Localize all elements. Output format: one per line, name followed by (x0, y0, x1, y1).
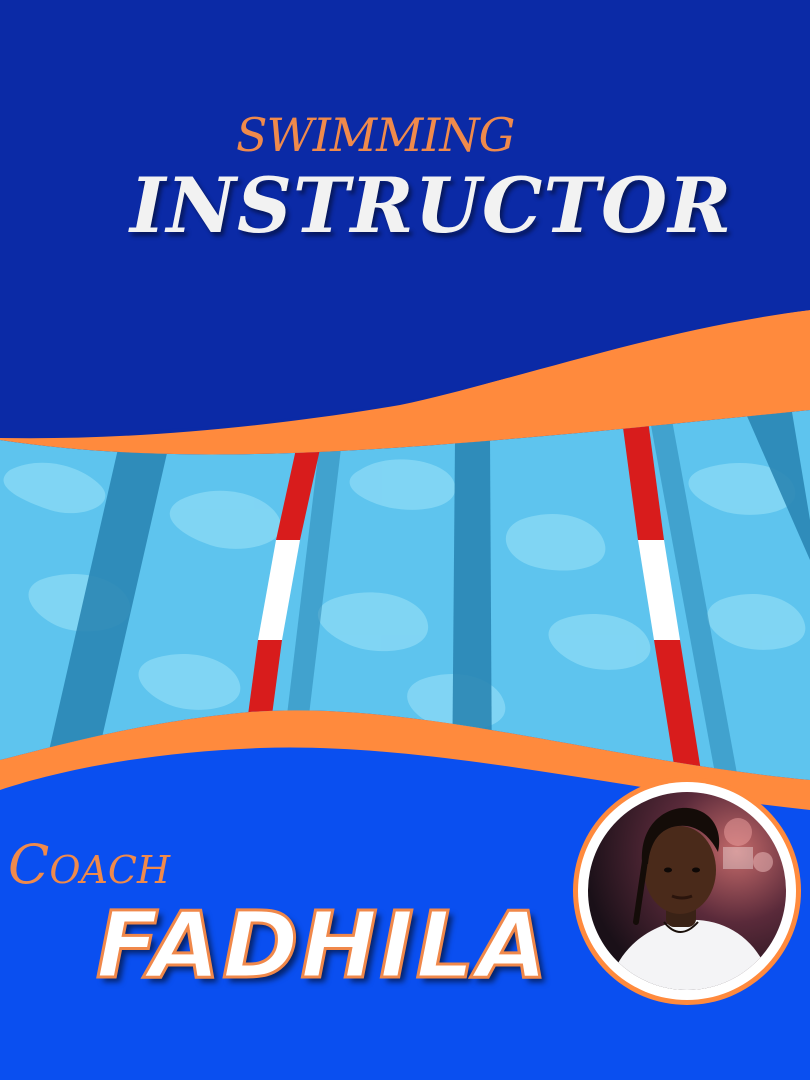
person-photo-icon (608, 807, 773, 990)
swimming-instructor-poster: SWIMMING INSTRUCTOR Coach FADHILA (0, 0, 810, 1080)
avatar (588, 792, 786, 990)
avatar-frame (578, 782, 796, 1000)
title-swimming: SWIMMING (236, 108, 515, 162)
coach-label: Coach (8, 833, 171, 896)
title-instructor: INSTRUCTOR (130, 161, 733, 250)
coach-name: FADHILA (95, 892, 550, 999)
